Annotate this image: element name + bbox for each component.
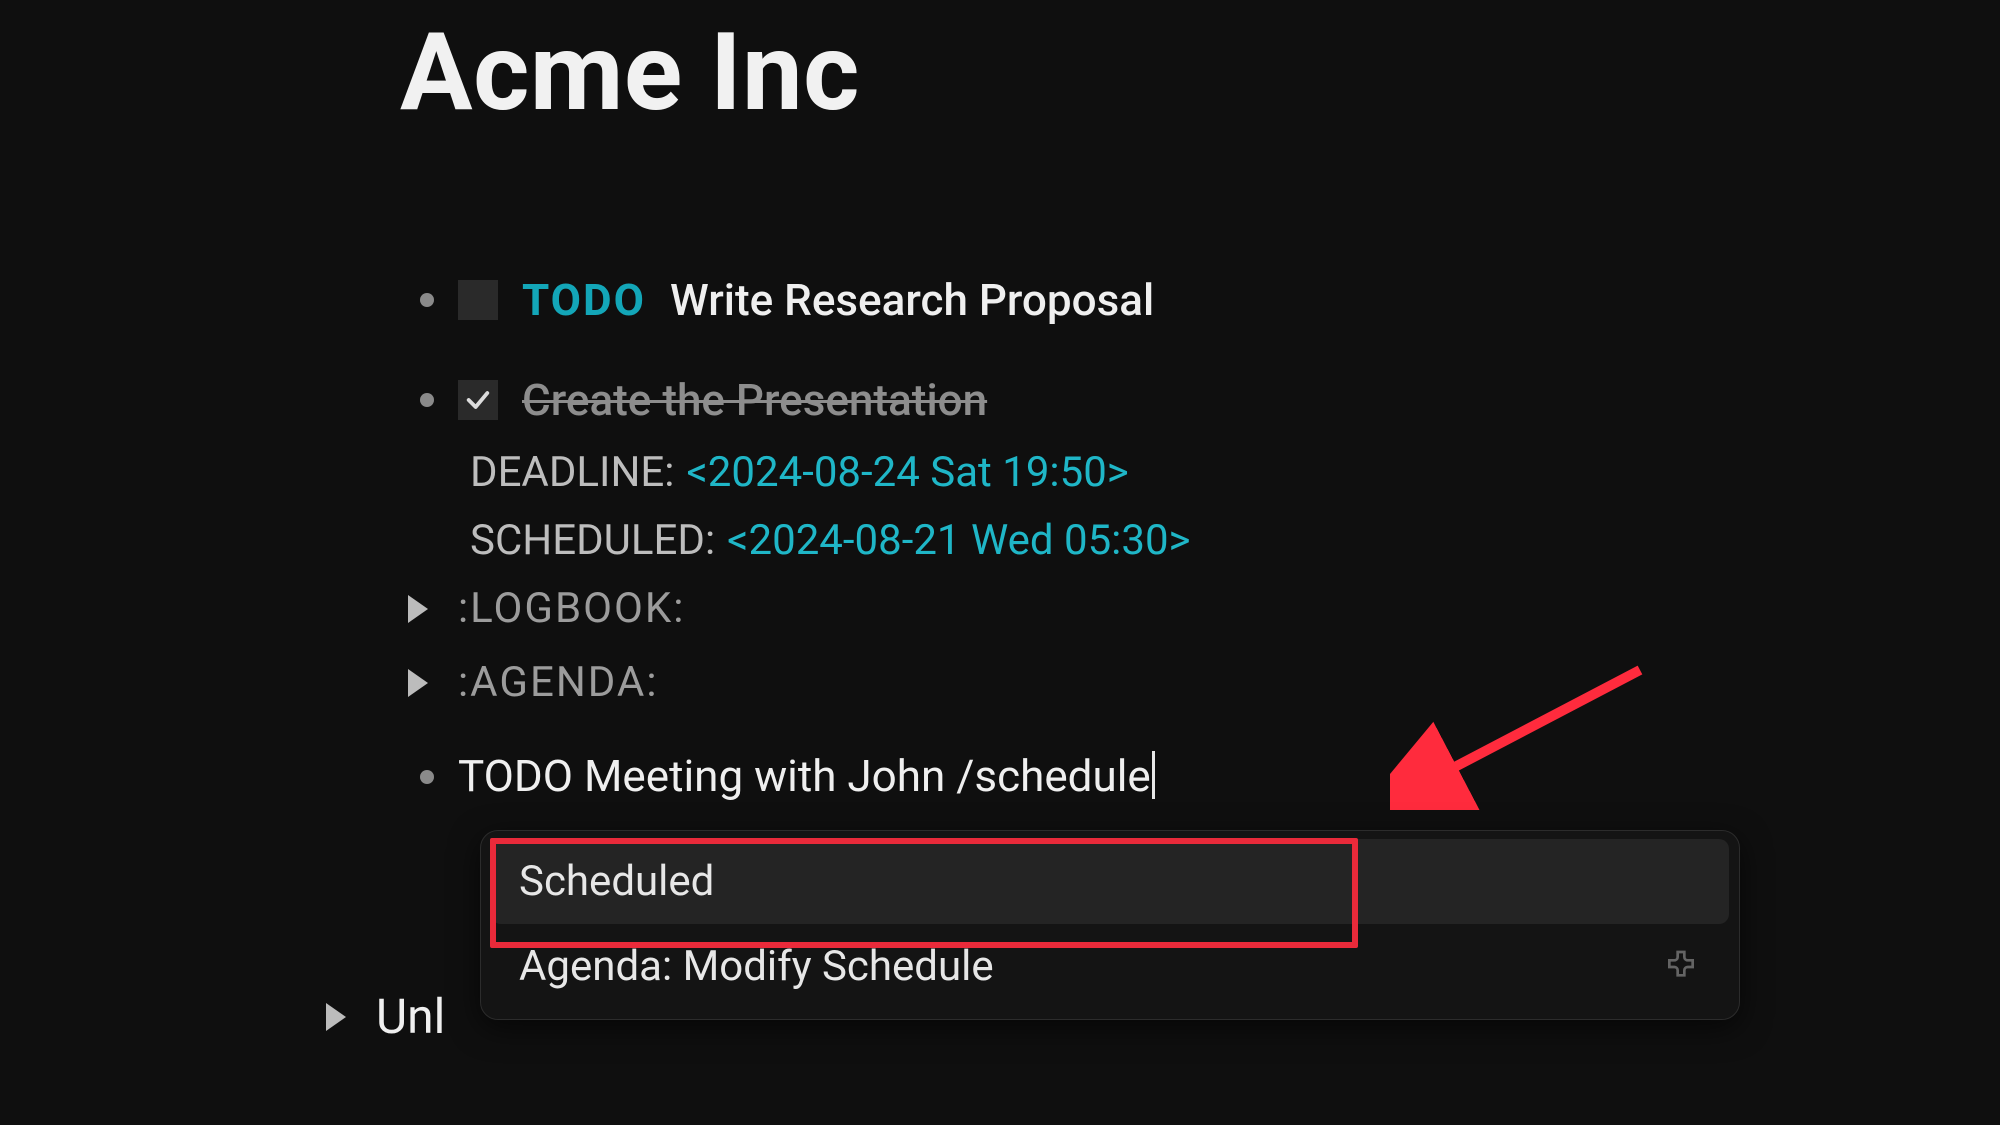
drawer-label: :AGENDA: <box>458 658 659 707</box>
page-title: Acme Inc <box>400 10 860 136</box>
bullet-icon[interactable] <box>420 293 434 307</box>
outline-page: Acme Inc TODO Write Research Proposal Cr… <box>0 0 2000 1125</box>
chevron-right-icon <box>408 669 428 697</box>
popup-item-agenda-modify[interactable]: Agenda: Modify Schedule <box>491 924 1729 1009</box>
popup-item-label: Agenda: Modify Schedule <box>519 942 994 991</box>
text-cursor-icon <box>1152 751 1155 799</box>
section-title-fragment: Unl <box>376 988 445 1045</box>
deadline-timestamp[interactable]: <2024-08-24 Sat 19:50> <box>686 448 1128 497</box>
deadline-label: DEADLINE: <box>470 448 674 497</box>
command-popup: Scheduled Agenda: Modify Schedule <box>480 830 1740 1020</box>
scheduled-line: SCHEDULED: <2024-08-21 Wed 05:30> <box>470 516 1191 565</box>
task-checkbox[interactable] <box>458 280 498 320</box>
editing-content: TODO Meeting with John /schedule <box>458 750 1151 802</box>
annotation-arrow-icon <box>1390 660 1650 810</box>
scheduled-timestamp[interactable]: <2024-08-21 Wed 05:30> <box>727 516 1190 565</box>
check-icon <box>464 386 492 414</box>
task-row[interactable]: Create the Presentation <box>420 374 987 426</box>
bullet-icon[interactable] <box>420 393 434 407</box>
extension-icon <box>1661 947 1701 987</box>
collapsed-section[interactable]: Unl <box>326 988 445 1045</box>
task-checkbox-checked[interactable] <box>458 380 498 420</box>
scheduled-label: SCHEDULED: <box>470 516 715 565</box>
deadline-line: DEADLINE: <2024-08-24 Sat 19:50> <box>470 448 1129 497</box>
popup-item-scheduled[interactable]: Scheduled <box>491 839 1729 924</box>
task-row[interactable]: TODO Write Research Proposal <box>420 274 1154 326</box>
chevron-right-icon <box>326 1003 346 1031</box>
task-row-editing[interactable]: TODO Meeting with John /schedule <box>420 750 1155 803</box>
drawer-label: :LOGBOOK: <box>458 584 685 633</box>
task-title[interactable]: Write Research Proposal <box>670 274 1154 326</box>
task-input-text[interactable]: TODO Meeting with John /schedule <box>458 750 1155 803</box>
drawer-agenda[interactable]: :AGENDA: <box>408 658 659 707</box>
task-title[interactable]: Create the Presentation <box>522 374 987 426</box>
chevron-right-icon <box>408 595 428 623</box>
drawer-logbook[interactable]: :LOGBOOK: <box>408 584 685 633</box>
todo-keyword: TODO <box>522 274 646 326</box>
popup-item-label: Scheduled <box>519 857 714 906</box>
bullet-icon[interactable] <box>420 770 434 784</box>
